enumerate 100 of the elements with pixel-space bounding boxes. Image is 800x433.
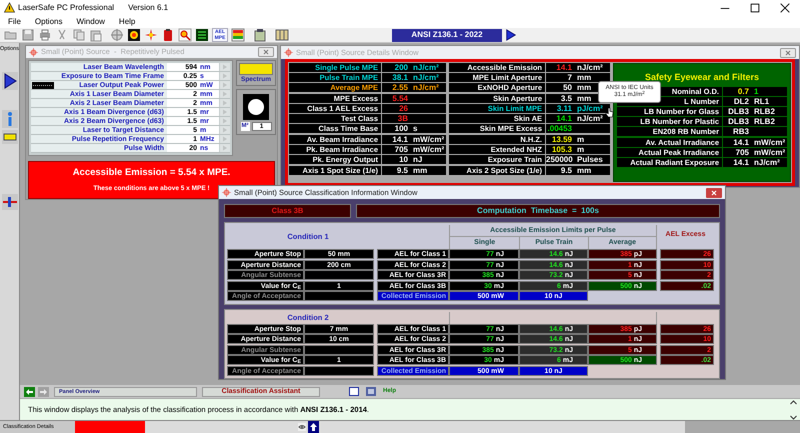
data-unit: RLB2 bbox=[753, 117, 775, 126]
close-icon[interactable] bbox=[779, 2, 791, 14]
data-unit: nJ/cm² bbox=[412, 63, 439, 72]
data-value: 7 bbox=[566, 73, 573, 82]
data-value: 9.5 bbox=[396, 166, 409, 175]
maximize-icon[interactable] bbox=[749, 2, 761, 14]
window-icon bbox=[29, 48, 38, 57]
sun-icon[interactable] bbox=[127, 28, 141, 42]
data-value: DLB3 bbox=[727, 107, 750, 116]
color-scale-icon[interactable] bbox=[231, 28, 245, 42]
data-value: 0.7 bbox=[736, 87, 750, 96]
play-icon[interactable] bbox=[2, 72, 18, 90]
menu-item[interactable]: Help bbox=[118, 16, 136, 28]
parameter-value bbox=[304, 270, 374, 280]
paste-icon[interactable] bbox=[89, 28, 103, 42]
data-unit: pJ/cm² bbox=[576, 104, 603, 113]
data-value: 5.54 bbox=[391, 94, 409, 103]
eyewear-title: Safety Eyewear and Filters bbox=[644, 72, 760, 82]
data-value: 2.55 bbox=[391, 83, 409, 92]
data-unit: m bbox=[576, 145, 584, 154]
info-icon[interactable] bbox=[2, 110, 18, 128]
eye-icon[interactable] bbox=[298, 423, 306, 431]
forward-arrow-icon[interactable] bbox=[38, 386, 49, 396]
app-version: Version 6.1 bbox=[128, 2, 168, 14]
data-unit: nJ/cm² bbox=[412, 83, 439, 92]
data-value: 50 bbox=[562, 83, 573, 92]
window-icon[interactable] bbox=[349, 387, 359, 396]
menu-item[interactable]: File bbox=[8, 16, 21, 28]
data-value: 9.5 bbox=[560, 166, 573, 175]
alert-headline: Accessible Emission = 5.54 x MPE. bbox=[72, 166, 230, 180]
data-value: .00453 bbox=[546, 124, 573, 133]
panel-icon[interactable] bbox=[366, 387, 376, 396]
data-value: DL2 bbox=[732, 97, 750, 106]
data-value: 105.3 bbox=[550, 145, 573, 154]
window-icon bbox=[222, 188, 231, 197]
data-unit: mm bbox=[412, 166, 428, 175]
up-arrow-icon[interactable] bbox=[308, 421, 319, 433]
standard-label: ANSI Z136.1 - 2022 bbox=[392, 28, 502, 42]
window-icon bbox=[284, 48, 293, 57]
timebase-label: Computation Timebase = 100s bbox=[356, 204, 720, 218]
back-arrow-icon[interactable] bbox=[24, 386, 35, 396]
data-unit: nJ/cm² bbox=[576, 63, 603, 72]
magnifier-icon[interactable] bbox=[178, 28, 192, 42]
data-value: DLB3 bbox=[727, 117, 750, 126]
data-value: 26 bbox=[398, 104, 409, 113]
data-value: 13.59 bbox=[550, 135, 573, 144]
warning-icon bbox=[4, 2, 15, 13]
columns-icon[interactable] bbox=[275, 28, 289, 42]
data-value: 38.1 bbox=[391, 73, 409, 82]
data-value: 705 bbox=[734, 148, 750, 157]
clipboard-icon[interactable] bbox=[253, 28, 267, 42]
data-unit: nJ bbox=[412, 155, 422, 164]
data-value: 100 bbox=[394, 124, 409, 133]
data-value: 3.5 bbox=[560, 94, 573, 103]
data-unit: nJ/cm² bbox=[412, 73, 439, 82]
spectrum-swatch[interactable] bbox=[239, 63, 273, 76]
data-value: 250000 bbox=[546, 155, 573, 164]
data-unit: nJ/cm² bbox=[753, 158, 780, 167]
data-unit: nJ/cm² bbox=[576, 114, 603, 123]
data-value: 14.1 bbox=[555, 63, 573, 72]
menu-item[interactable]: Window bbox=[76, 16, 105, 28]
data-unit: RL1 bbox=[753, 97, 770, 106]
data-unit: mm bbox=[576, 166, 592, 175]
display-icon[interactable] bbox=[2, 130, 18, 144]
data-unit: mm bbox=[576, 73, 592, 82]
parameter-value bbox=[304, 291, 374, 301]
waveform-icon[interactable] bbox=[32, 82, 54, 90]
beam-profile-icon bbox=[243, 94, 269, 120]
grid-icon[interactable] bbox=[195, 28, 209, 42]
data-unit: mW/cm² bbox=[753, 138, 786, 147]
data-unit: Pulses bbox=[576, 155, 603, 164]
parameter-value bbox=[304, 366, 374, 376]
data-unit: mW/cm² bbox=[412, 145, 444, 154]
data-unit: mW/cm² bbox=[412, 135, 444, 144]
data-value: RB3 bbox=[732, 127, 750, 136]
data-value: 3B bbox=[396, 114, 409, 123]
data-value: 14.1 bbox=[732, 158, 750, 167]
printer-icon[interactable] bbox=[38, 28, 52, 42]
data-unit: RLB2 bbox=[753, 107, 775, 116]
burst-icon[interactable] bbox=[144, 28, 158, 42]
data-value: 705 bbox=[394, 145, 409, 154]
data-unit: mm bbox=[576, 94, 592, 103]
status-indicator bbox=[75, 421, 145, 433]
data-value: 14.1 bbox=[732, 138, 750, 147]
data-unit: mW/cm² bbox=[753, 148, 786, 157]
copy-icon[interactable] bbox=[72, 28, 86, 42]
data-value: 14.1 bbox=[555, 114, 573, 123]
data-unit: m bbox=[576, 135, 584, 144]
data-value: 10 bbox=[398, 155, 409, 164]
menu-item[interactable]: Options bbox=[34, 16, 62, 28]
data-unit: mm bbox=[576, 83, 592, 92]
data-value: 3.11 bbox=[556, 104, 573, 113]
laser-icon[interactable] bbox=[2, 194, 18, 210]
data-value: 200 bbox=[394, 63, 409, 72]
data-value: 14.1 bbox=[391, 135, 409, 144]
parameter-value bbox=[304, 344, 374, 354]
app-title: LaserSafe PC Professional bbox=[18, 2, 114, 14]
data-unit: s bbox=[412, 124, 418, 133]
data-unit: 1 bbox=[753, 87, 758, 96]
canister-icon[interactable] bbox=[161, 28, 175, 42]
